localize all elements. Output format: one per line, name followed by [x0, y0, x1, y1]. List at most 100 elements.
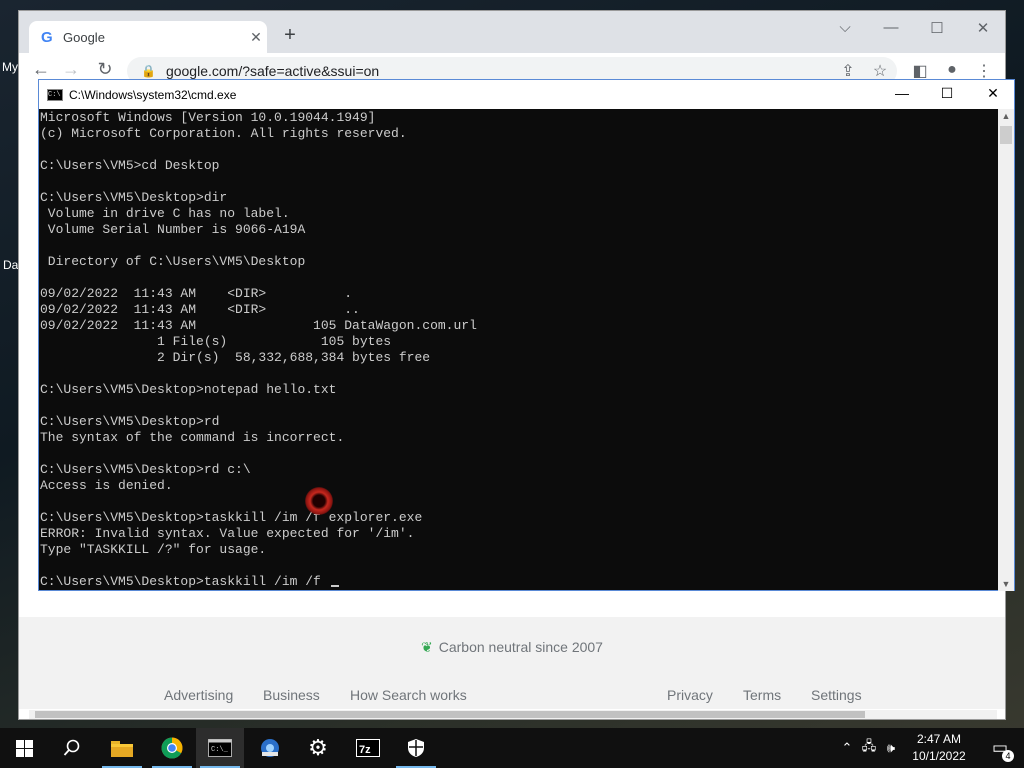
- menu-icon[interactable]: ⋮: [973, 61, 995, 81]
- console-line: The syntax of the command is incorrect.: [40, 430, 345, 445]
- reload-icon[interactable]: ↻: [93, 59, 117, 80]
- taskbar-settings[interactable]: ⚙: [294, 728, 342, 768]
- console-line: 2 Dir(s) 58,332,688,384 bytes free: [40, 350, 431, 365]
- mouse-cursor-highlight: [305, 487, 333, 515]
- back-icon[interactable]: ←: [29, 59, 53, 80]
- browser-tab[interactable]: G Google ✕: [29, 21, 267, 53]
- lock-icon: 🔒: [141, 64, 156, 78]
- console-line: Volume in drive C has no label.: [40, 206, 290, 221]
- volume-icon[interactable]: 🕪: [880, 740, 902, 756]
- console-line: (c) Microsoft Corporation. All rights re…: [40, 126, 407, 141]
- leaf-icon: ❦: [421, 639, 433, 655]
- minimize-button[interactable]: —: [879, 19, 903, 36]
- shield-icon: [408, 739, 424, 757]
- taskbar-chrome[interactable]: [148, 728, 196, 768]
- taskbar-app-5[interactable]: [246, 728, 294, 768]
- carbon-neutral-text[interactable]: ❦ Carbon neutral since 2007: [19, 639, 1005, 656]
- console-line: 09/02/2022 11:43 AM 105 DataWagon.com.ur…: [40, 318, 477, 333]
- footer-link-privacy[interactable]: Privacy: [667, 687, 713, 703]
- new-tab-button[interactable]: +: [279, 24, 301, 47]
- console-line: C:\Users\VM5\Desktop>taskkill /im /f exp…: [40, 510, 423, 525]
- search-icon: [63, 739, 80, 756]
- google-favicon-icon: G: [41, 28, 53, 46]
- console-line: Type "TASKKILL /?" for usage.: [40, 542, 267, 557]
- gear-icon: ⚙: [308, 735, 328, 760]
- search-button[interactable]: [48, 728, 96, 768]
- taskbar-7zip[interactable]: 7z: [344, 728, 392, 768]
- google-footer: ❦ Carbon neutral since 2007 Advertising B…: [19, 617, 1005, 709]
- desktop-icon-label-1[interactable]: My: [2, 60, 18, 74]
- console-line: ERROR: Invalid syntax. Value expected fo…: [40, 526, 415, 541]
- console-line: 09/02/2022 11:43 AM <DIR> ..: [40, 302, 360, 317]
- close-button[interactable]: ✕: [971, 19, 995, 37]
- cmd-maximize-button[interactable]: ☐: [934, 85, 960, 102]
- console-line: Volume Serial Number is 9066-A19A: [40, 222, 306, 237]
- notification-center-button[interactable]: ▭ 4: [976, 728, 1024, 768]
- network-icon[interactable]: 🖧: [858, 737, 880, 759]
- taskbar-clock[interactable]: 2:47 AM 10/1/2022: [902, 731, 976, 765]
- folder-icon: [111, 741, 133, 757]
- cmd-minimize-button[interactable]: —: [889, 85, 915, 101]
- text-cursor: [330, 585, 339, 587]
- notification-count-badge: 4: [1002, 750, 1015, 762]
- chrome-icon: [161, 737, 183, 759]
- footer-link-settings[interactable]: Settings: [811, 687, 862, 703]
- console-line: C:\Users\VM5\Desktop>taskkill /im /f: [40, 574, 999, 590]
- start-button[interactable]: [0, 728, 48, 768]
- share-icon[interactable]: ⇪: [837, 61, 859, 81]
- chevron-up-icon[interactable]: ⌃: [836, 740, 858, 756]
- scroll-down-icon[interactable]: ▼: [998, 579, 1014, 589]
- profile-icon[interactable]: ●: [941, 61, 963, 79]
- maximize-button[interactable]: ☐: [925, 19, 949, 37]
- footer-link-business[interactable]: Business: [263, 687, 320, 703]
- tab-close-icon[interactable]: ✕: [245, 29, 267, 46]
- url-text: google.com/?safe=active&ssui=on: [165, 63, 380, 79]
- horizontal-scrollbar[interactable]: [29, 710, 997, 719]
- scrollbar-thumb[interactable]: [35, 711, 865, 718]
- tab-title: Google: [63, 29, 105, 45]
- cmd-titlebar[interactable]: C:\ C:\Windows\system32\cmd.exe — ☐ ✕: [39, 80, 1014, 109]
- console-line: C:\Users\VM5\Desktop>rd: [40, 414, 220, 429]
- forward-icon[interactable]: →: [59, 59, 83, 80]
- cmd-title: C:\Windows\system32\cmd.exe: [69, 87, 237, 102]
- 7zip-icon: 7z: [356, 739, 380, 757]
- console-line: Access is denied.: [40, 478, 173, 493]
- console-line: Directory of C:\Users\VM5\Desktop: [40, 254, 306, 269]
- footer-link-advertising[interactable]: Advertising: [164, 687, 233, 703]
- taskbar-security[interactable]: [392, 728, 440, 768]
- cmd-close-button[interactable]: ✕: [980, 85, 1006, 102]
- console-line: Microsoft Windows [Version 10.0.19044.19…: [40, 110, 376, 125]
- network-app-icon: [261, 739, 279, 757]
- cmd-scrollbar-thumb[interactable]: [1000, 126, 1012, 144]
- taskbar: C:\_ ⚙ 7z ⌃ 🖧 🕪 2:47 AM 10/1/2022 ▭ 4: [0, 728, 1024, 768]
- terminal-icon: C:\_: [208, 739, 232, 757]
- footer-link-terms[interactable]: Terms: [743, 687, 781, 703]
- taskbar-cmd[interactable]: C:\_: [196, 728, 244, 768]
- system-tray: ⌃ 🖧 🕪: [836, 728, 902, 768]
- tab-search-icon[interactable]: ⌵: [833, 19, 857, 36]
- notification-icon: ▭ 4: [992, 738, 1015, 762]
- cmd-vertical-scrollbar[interactable]: ▲ ▼: [998, 109, 1014, 591]
- footer-link-how-search-works[interactable]: How Search works: [350, 687, 467, 703]
- scroll-up-icon[interactable]: ▲: [998, 111, 1014, 121]
- svg-text:7z: 7z: [359, 744, 371, 756]
- svg-text:C:\_: C:\_: [211, 746, 229, 754]
- taskbar-file-explorer[interactable]: [98, 728, 146, 768]
- console-line: 09/02/2022 11:43 AM <DIR> .: [40, 286, 353, 301]
- clock-time: 2:47 AM: [916, 732, 962, 746]
- desktop-icon-label-2[interactable]: Da: [3, 258, 18, 272]
- cmd-console[interactable]: Microsoft Windows [Version 10.0.19044.19…: [39, 109, 999, 591]
- console-line: C:\Users\VM5\Desktop>notepad hello.txt: [40, 382, 337, 397]
- console-line: C:\Users\VM5\Desktop>dir: [40, 190, 228, 205]
- side-panel-icon[interactable]: ◧: [909, 61, 931, 81]
- bookmark-star-icon[interactable]: ☆: [869, 61, 891, 81]
- cmd-window: C:\ C:\Windows\system32\cmd.exe — ☐ ✕ Mi…: [38, 79, 1015, 591]
